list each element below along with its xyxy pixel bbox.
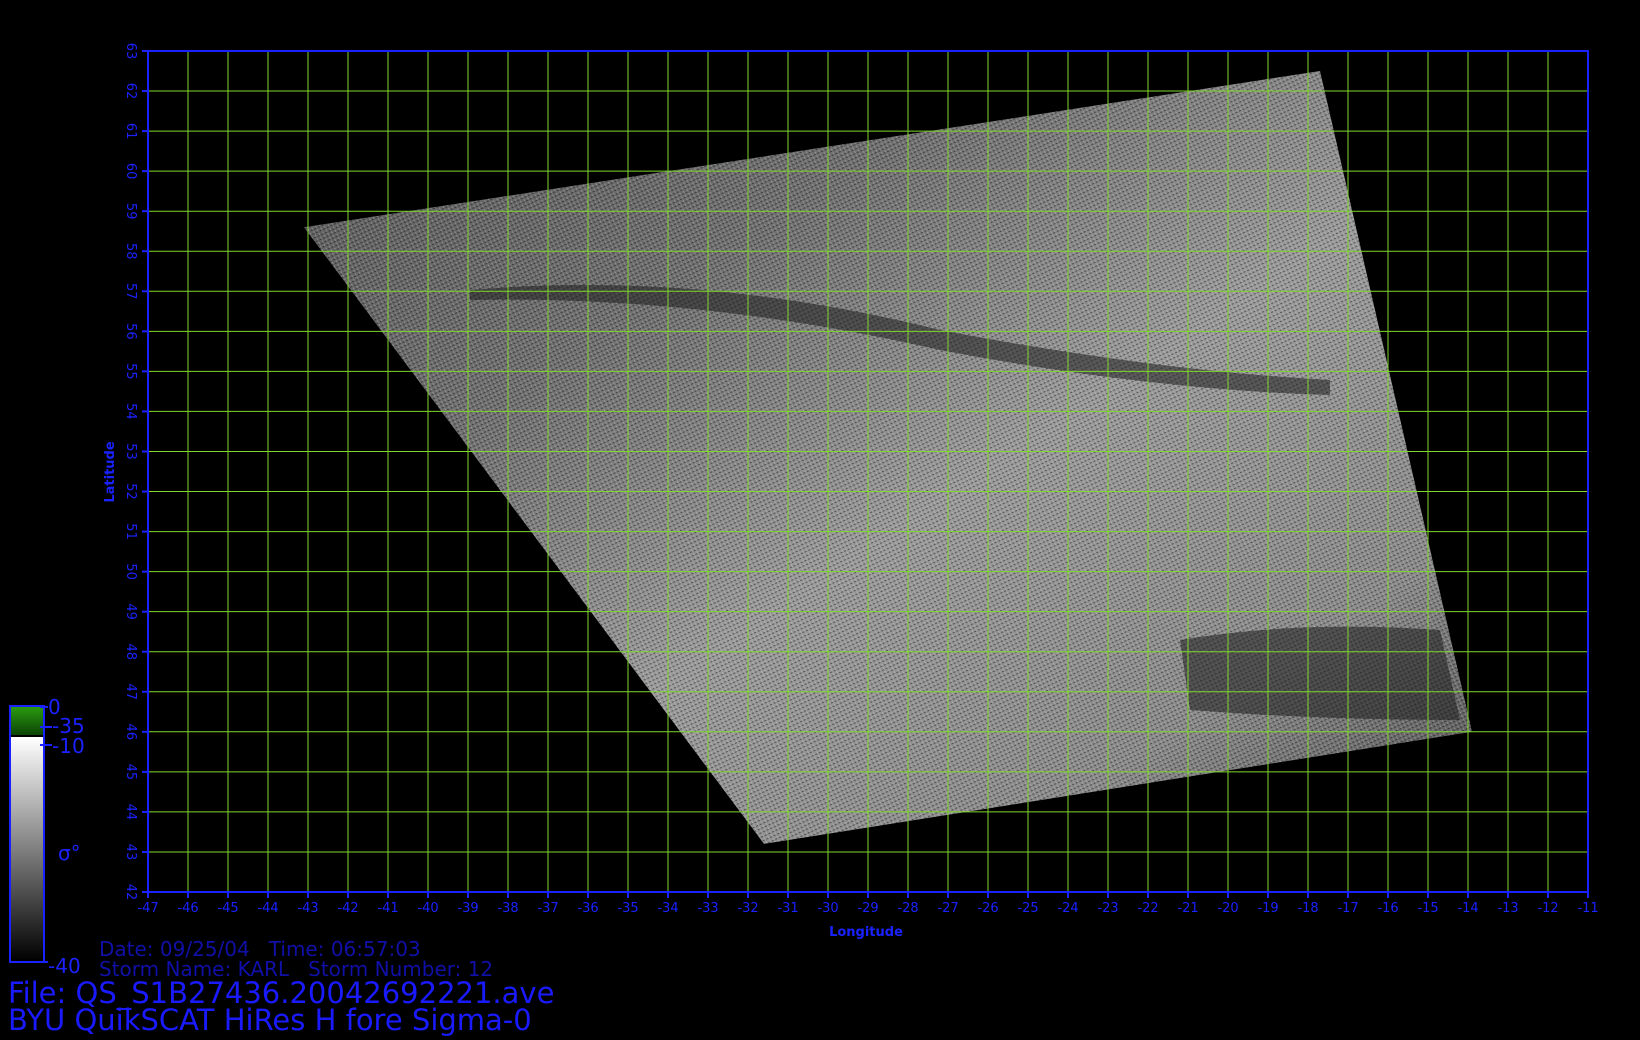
x-tick-label: -12 — [1537, 901, 1558, 916]
x-tick-label: -11 — [1577, 901, 1598, 916]
y-tick-label: 52 — [123, 483, 138, 500]
y-tick-label: 46 — [123, 724, 138, 741]
x-tick-label: -13 — [1497, 901, 1518, 916]
y-tick-label: 57 — [123, 283, 138, 300]
x-tick-label: -29 — [857, 901, 878, 916]
x-tick-label: -43 — [297, 901, 318, 916]
y-tick-label: 42 — [123, 884, 138, 901]
y-tick-label: 56 — [123, 323, 138, 340]
x-tick-label: -27 — [937, 901, 958, 916]
x-tick-label: -32 — [737, 901, 758, 916]
x-tick-label: -18 — [1297, 901, 1318, 916]
y-tick-label: 55 — [123, 363, 138, 380]
colorbar-symbol: σ° — [58, 841, 81, 865]
colorbar: 0 -35 -10 -40 σ° — [9, 695, 85, 978]
x-tick-label: -33 — [697, 901, 718, 916]
colorbar-green-segment — [11, 707, 43, 735]
x-tick-label: -47 — [137, 901, 158, 916]
storm-dark-region — [1180, 626, 1460, 720]
x-tick-label: -22 — [1137, 901, 1158, 916]
x-tick-label: -39 — [457, 901, 478, 916]
colorbar-gray-segment — [11, 737, 43, 961]
x-tick-label: -45 — [217, 901, 238, 916]
x-tick-label: -44 — [257, 901, 278, 916]
x-tick-label: -37 — [537, 901, 558, 916]
x-tick-label: -16 — [1377, 901, 1398, 916]
x-tick-label: -17 — [1337, 901, 1358, 916]
x-tick-label: -46 — [177, 901, 198, 916]
y-tick-label: 60 — [123, 163, 138, 180]
y-tick-label: 45 — [123, 764, 138, 781]
y-tick-label: 62 — [123, 83, 138, 100]
x-tick-label: -35 — [617, 901, 638, 916]
x-tick-label: -28 — [897, 901, 918, 916]
x-tick-label: -20 — [1217, 901, 1238, 916]
x-tick-label: -41 — [377, 901, 398, 916]
date-time-line: Date: 09/25/04 Time: 06:57:03 — [99, 937, 421, 961]
x-tick-label: -26 — [977, 901, 998, 916]
product-title-line: BYU QuikSCAT HiRes H fore Sigma-0 — [8, 1003, 532, 1037]
longitude-tick-labels: -47 -46 -45 -44 -43 -42 -41 -40 -39 -38 -37 -36 -35 -… — [137, 892, 1599, 916]
x-tick-label: -23 — [1097, 901, 1118, 916]
x-tick-label: -34 — [657, 901, 678, 916]
y-tick-label: 61 — [123, 123, 138, 140]
y-tick-label: 47 — [123, 683, 138, 700]
x-tick-label: -38 — [497, 901, 518, 916]
y-tick-label: 48 — [123, 643, 138, 660]
x-tick-label: -31 — [777, 901, 798, 916]
x-tick-label: -15 — [1417, 901, 1438, 916]
x-tick-label: -21 — [1177, 901, 1198, 916]
x-tick-label: -30 — [817, 901, 838, 916]
x-tick-label: -42 — [337, 901, 358, 916]
x-tick-label: -24 — [1057, 901, 1078, 916]
x-tick-label: -40 — [417, 901, 438, 916]
y-tick-label: 49 — [123, 603, 138, 620]
y-tick-label: 44 — [123, 804, 138, 821]
sigma0-swath-texture — [304, 71, 1472, 844]
y-tick-label: 51 — [123, 523, 138, 540]
y-tick-label: 63 — [123, 43, 138, 60]
colorbar-label-bottom: -40 — [48, 954, 81, 978]
x-axis-title: Longitude — [829, 925, 903, 940]
y-axis-title: Latitude — [103, 441, 118, 503]
x-tick-label: -19 — [1257, 901, 1278, 916]
latitude-tick-labels: 42 43 44 45 46 47 48 49 50 51 52 53 54 55 56 57 58 59 60 61… — [123, 43, 148, 901]
map-plot: -47 -46 -45 -44 -43 -42 -41 -40 -39 -38 -37 -36 -35 -… — [9, 43, 1599, 978]
x-tick-label: -36 — [577, 901, 598, 916]
y-tick-label: 53 — [123, 443, 138, 460]
x-tick-label: -25 — [1017, 901, 1038, 916]
colorbar-label-b: -10 — [52, 734, 85, 758]
y-tick-label: 43 — [123, 844, 138, 861]
y-tick-label: 59 — [123, 203, 138, 220]
x-tick-label: -14 — [1457, 901, 1478, 916]
y-tick-label: 58 — [123, 243, 138, 260]
y-tick-label: 54 — [123, 403, 138, 420]
y-tick-label: 50 — [123, 563, 138, 580]
